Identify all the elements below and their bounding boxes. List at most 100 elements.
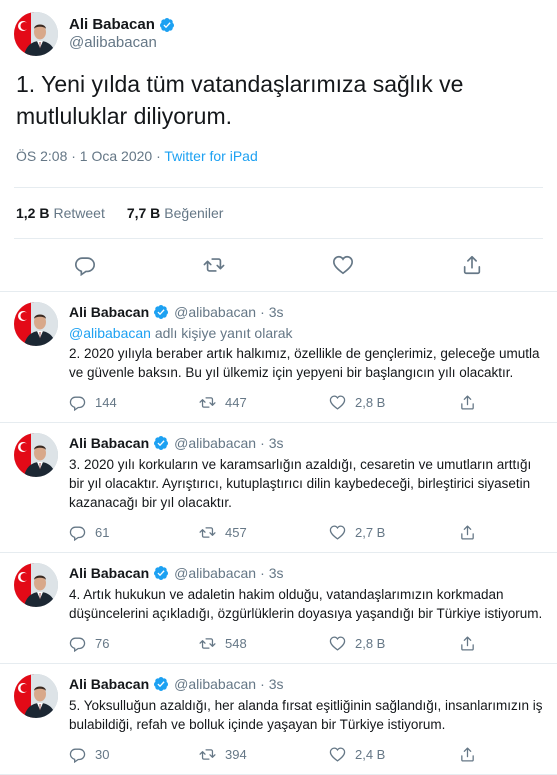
reply-action[interactable]: 76 bbox=[69, 635, 199, 652]
main-tweet-header: Ali Babacan @alibabacan bbox=[0, 0, 557, 56]
tweet-thread: Ali Babacan @alibabacan 1. Yeni yılda tü… bbox=[0, 0, 557, 775]
author-name[interactable]: Ali Babacan bbox=[69, 563, 149, 583]
like-action[interactable]: 2,7 B bbox=[329, 524, 459, 541]
like-icon[interactable] bbox=[329, 394, 346, 411]
reply-header: Ali Babacan @alibabacan · 3s bbox=[69, 302, 543, 322]
reply-actions: 144 447 2,8 B bbox=[69, 382, 543, 422]
reply-time[interactable]: 3s bbox=[269, 563, 284, 583]
like-icon[interactable] bbox=[329, 524, 346, 541]
retweet-label: Retweet bbox=[53, 205, 105, 221]
retweet-count: 447 bbox=[225, 394, 247, 410]
verified-icon bbox=[153, 304, 169, 320]
reply-header: Ali Babacan @alibabacan · 3s bbox=[69, 433, 543, 453]
author-handle[interactable]: @alibabacan bbox=[174, 433, 256, 453]
reply-actions: 30 394 2,4 B bbox=[69, 734, 543, 774]
like-icon[interactable] bbox=[329, 635, 346, 652]
retweet-count: 457 bbox=[225, 524, 247, 540]
reply-action[interactable]: 144 bbox=[69, 394, 199, 411]
share-action[interactable] bbox=[459, 635, 485, 652]
like-action[interactable]: 2,4 B bbox=[329, 746, 459, 763]
retweet-icon[interactable] bbox=[199, 524, 216, 541]
share-icon[interactable] bbox=[459, 746, 476, 763]
reply-count: 30 bbox=[95, 746, 110, 762]
reply-body: Ali Babacan @alibabacan · 3s @alibabacan… bbox=[69, 302, 543, 422]
retweet-icon[interactable] bbox=[203, 254, 225, 276]
reply-action[interactable]: 30 bbox=[69, 746, 199, 763]
retweet-action[interactable]: 548 bbox=[199, 635, 329, 652]
like-action[interactable]: 2,8 B bbox=[329, 635, 459, 652]
share-icon[interactable] bbox=[461, 254, 483, 276]
retweet-count: 394 bbox=[225, 746, 247, 762]
avatar[interactable] bbox=[14, 674, 58, 718]
reply-tweet[interactable]: Ali Babacan @alibabacan · 3s @alibabacan… bbox=[0, 292, 557, 423]
like-count: 2,8 B bbox=[355, 635, 386, 651]
reply-count: 76 bbox=[95, 635, 110, 651]
author-name[interactable]: Ali Babacan bbox=[69, 674, 149, 694]
like-count: 2,4 B bbox=[355, 746, 386, 762]
avatar[interactable] bbox=[14, 12, 58, 56]
author-name[interactable]: Ali Babacan bbox=[69, 433, 149, 453]
share-icon[interactable] bbox=[459, 524, 476, 541]
author-handle[interactable]: @alibabacan bbox=[174, 302, 256, 322]
reply-time[interactable]: 3s bbox=[269, 433, 284, 453]
tweet-timestamp[interactable]: ÖS 2:08 · 1 Oca 2020 · bbox=[16, 148, 164, 164]
author-name[interactable]: Ali Babacan bbox=[69, 16, 155, 34]
reply-tweet[interactable]: Ali Babacan @alibabacan · 3s 5. Yoksullu… bbox=[0, 664, 557, 775]
reply-time[interactable]: 3s bbox=[269, 674, 284, 694]
retweet-icon[interactable] bbox=[199, 635, 216, 652]
retweet-icon[interactable] bbox=[199, 394, 216, 411]
tweet-source-link[interactable]: Twitter for iPad bbox=[164, 148, 257, 164]
retweet-action[interactable]: 457 bbox=[199, 524, 329, 541]
reply-time[interactable]: 3s bbox=[269, 302, 284, 322]
reply-text: 2. 2020 yılıyla beraber artık halkımız, … bbox=[69, 346, 540, 380]
like-action[interactable]: 2,8 B bbox=[329, 394, 459, 411]
like-count: 7,7 B bbox=[126, 205, 161, 221]
author-handle[interactable]: @alibabacan bbox=[69, 34, 175, 52]
mention-link[interactable]: @alibabacan bbox=[69, 325, 151, 341]
reply-icon[interactable] bbox=[69, 746, 86, 763]
author-name[interactable]: Ali Babacan bbox=[69, 302, 149, 322]
share-icon[interactable] bbox=[459, 394, 476, 411]
reply-actions: 76 548 2,8 B bbox=[69, 623, 543, 663]
share-action[interactable] bbox=[459, 524, 485, 541]
avatar[interactable] bbox=[14, 563, 58, 607]
author-handle[interactable]: @alibabacan bbox=[174, 674, 256, 694]
share-action[interactable] bbox=[459, 746, 485, 763]
like-label: Beğeniler bbox=[164, 205, 224, 221]
share-icon[interactable] bbox=[459, 635, 476, 652]
avatar[interactable] bbox=[14, 302, 58, 346]
reply-tweet[interactable]: Ali Babacan @alibabacan · 3s 3. 2020 yıl… bbox=[0, 423, 557, 553]
reply-body: Ali Babacan @alibabacan · 3s 3. 2020 yıl… bbox=[69, 433, 543, 552]
reply-text: 4. Artık hukukun ve adaletin hakim olduğ… bbox=[69, 587, 543, 621]
retweet-count: 1,2 B bbox=[16, 205, 50, 221]
reply-count: 61 bbox=[95, 524, 110, 540]
reply-icon[interactable] bbox=[74, 254, 96, 276]
reply-context: @alibabacan adlı kişiye yanıt olarak bbox=[69, 324, 543, 342]
reply-icon[interactable] bbox=[69, 394, 86, 411]
verified-icon bbox=[153, 435, 169, 451]
retweet-action[interactable]: 447 bbox=[199, 394, 329, 411]
verified-icon bbox=[159, 17, 175, 33]
retweet-stat[interactable]: 1,2 B Retweet bbox=[16, 205, 105, 221]
reply-body: Ali Babacan @alibabacan · 3s 5. Yoksullu… bbox=[69, 674, 543, 774]
reply-action[interactable]: 61 bbox=[69, 524, 199, 541]
like-count: 2,7 B bbox=[355, 524, 386, 540]
main-tweet-text: 1. Yeni yılda tüm vatandaşlarımıza sağlı… bbox=[16, 71, 464, 129]
avatar[interactable] bbox=[14, 433, 58, 477]
author-handle[interactable]: @alibabacan bbox=[174, 563, 256, 583]
reply-icon[interactable] bbox=[69, 524, 86, 541]
separator-dot: · bbox=[260, 304, 265, 320]
reply-header: Ali Babacan @alibabacan · 3s bbox=[69, 674, 543, 694]
author-block: Ali Babacan @alibabacan bbox=[69, 16, 175, 52]
like-icon[interactable] bbox=[329, 746, 346, 763]
reply-tweet[interactable]: Ali Babacan @alibabacan · 3s 4. Artık hu… bbox=[0, 553, 557, 664]
separator-dot: · bbox=[260, 676, 265, 692]
share-action[interactable] bbox=[459, 394, 485, 411]
retweet-action[interactable]: 394 bbox=[199, 746, 329, 763]
like-icon[interactable] bbox=[332, 254, 354, 276]
retweet-icon[interactable] bbox=[199, 746, 216, 763]
like-stat[interactable]: 7,7 B Beğeniler bbox=[127, 205, 224, 221]
reply-icon[interactable] bbox=[69, 635, 86, 652]
reply-count: 144 bbox=[95, 394, 117, 410]
reply-context-text: adlı kişiye yanıt olarak bbox=[150, 325, 293, 341]
